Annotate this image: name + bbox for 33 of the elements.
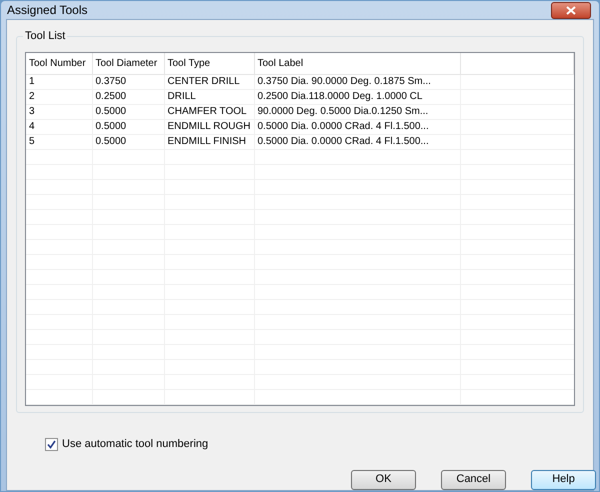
column-header[interactable]: Tool Number (26, 53, 92, 74)
table-cell: 5 (26, 134, 92, 149)
table-cell: 2 (26, 89, 92, 104)
table-cell: 0.5000 (92, 104, 164, 119)
table-cell: 90.0000 Deg. 0.5000 Dia.0.1250 Sm... (254, 104, 460, 119)
table-cell: CHAMFER TOOL (164, 104, 254, 119)
table-cell: 0.5000 Dia. 0.0000 CRad. 4 Fl.1.500... (254, 119, 460, 134)
table-cell: 0.5000 Dia. 0.0000 CRad. 4 Fl.1.500... (254, 134, 460, 149)
close-button[interactable] (551, 2, 591, 18)
column-header[interactable]: Tool Label (254, 53, 460, 74)
table-cell: 4 (26, 119, 92, 134)
table-cell: 3 (26, 104, 92, 119)
checkbox-label: Use automatic tool numbering (62, 437, 208, 452)
column-header[interactable]: Tool Type (164, 53, 254, 74)
table-cell: 0.3750 (92, 74, 164, 89)
window-title: Assigned Tools (7, 2, 88, 19)
table-cell: CENTER DRILL (164, 74, 254, 89)
table-cell: 0.5000 (92, 119, 164, 134)
table-cell: 0.2500 Dia.118.0000 Deg. 1.0000 CL (254, 89, 460, 104)
table-cell: 0.2500 (92, 89, 164, 104)
dialog-button[interactable]: Cancel (441, 470, 506, 490)
dialog-button[interactable]: Help (531, 470, 596, 490)
table-cell: 0.3750 Dia. 90.0000 Deg. 0.1875 Sm... (254, 74, 460, 89)
column-header[interactable]: Tool Diameter (92, 53, 164, 74)
close-icon (566, 6, 576, 14)
table-cell: DRILL (164, 89, 254, 104)
table-cell: 0.5000 (92, 134, 164, 149)
table-cell: ENDMILL ROUGH (164, 119, 254, 134)
check-icon (47, 440, 56, 449)
table-cell: ENDMILL FINISH (164, 134, 254, 149)
checkbox[interactable] (45, 438, 58, 451)
dialog-button[interactable]: OK (351, 470, 416, 490)
table-cell: 1 (26, 74, 92, 89)
